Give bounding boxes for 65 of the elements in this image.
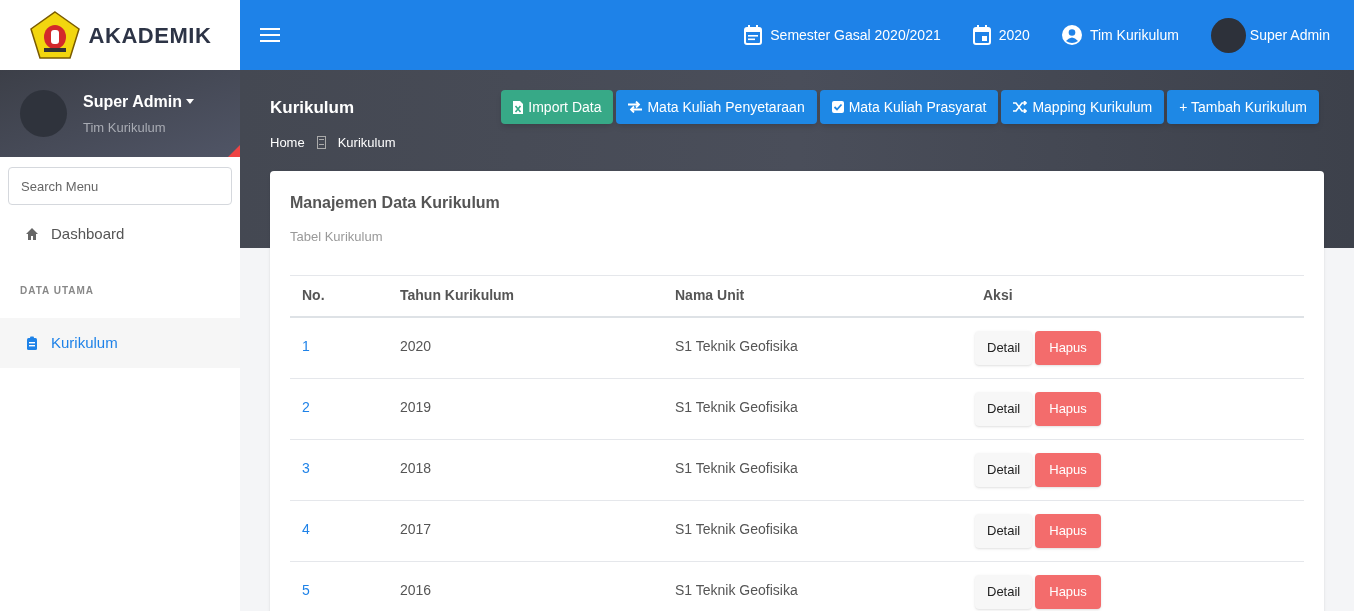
calendar-icon bbox=[744, 25, 763, 45]
detail-button[interactable]: Detail bbox=[975, 574, 1033, 609]
card-subtitle: Tabel Kurikulum bbox=[290, 228, 384, 246]
column-header: Aksi bbox=[971, 275, 1304, 317]
card-title: Manajemen Data Kurikulum bbox=[290, 193, 501, 213]
table-cell: 2 bbox=[290, 378, 388, 439]
table-cell: S1 Teknik Geofisika bbox=[663, 317, 971, 378]
home-icon bbox=[25, 227, 39, 241]
shuffle-icon bbox=[1013, 101, 1028, 113]
action-button[interactable]: Import Data bbox=[501, 90, 614, 124]
swap-arrows-icon bbox=[628, 101, 643, 113]
breadcrumb-current: Kurikulum bbox=[337, 133, 396, 152]
column-header: No. bbox=[290, 275, 388, 317]
user-icon bbox=[1061, 25, 1082, 45]
table-cell: 5 bbox=[290, 561, 388, 611]
action-button[interactable]: Mata Kuliah Prasyarat bbox=[819, 90, 999, 124]
avatar-placeholder bbox=[20, 90, 67, 137]
calendar-icon bbox=[972, 25, 991, 45]
column-header: Nama Unit bbox=[663, 275, 971, 317]
table-cell: 3 bbox=[290, 439, 388, 500]
detail-button[interactable]: Detail bbox=[975, 331, 1033, 365]
table-cell: 4 bbox=[290, 500, 388, 561]
topbar-label[interactable]: 2020 bbox=[998, 24, 1030, 46]
delete-button[interactable]: Hapus bbox=[1035, 513, 1101, 548]
excel-file-icon bbox=[513, 100, 524, 114]
breadcrumb-link[interactable]: Home bbox=[270, 132, 305, 152]
topbar-label[interactable]: Super Admin bbox=[1249, 24, 1330, 46]
table-cell: 2019 bbox=[388, 378, 663, 439]
delete-button[interactable]: Hapus bbox=[1035, 452, 1101, 487]
table-cell: 2018 bbox=[388, 439, 663, 500]
table-cell: S1 Teknik Geofisika bbox=[663, 500, 971, 561]
action-button[interactable]: Mapping Kurikulum bbox=[1001, 90, 1165, 124]
sidebar-item[interactable]: Kurikulum bbox=[0, 318, 240, 368]
topbar-label[interactable]: Semester Gasal 2020/2021 bbox=[770, 24, 941, 46]
table-cell: S1 Teknik Geofisika bbox=[663, 378, 971, 439]
table-cell: S1 Teknik Geofisika bbox=[663, 439, 971, 500]
column-header: Tahun Kurikulum bbox=[388, 275, 663, 317]
menu-icon[interactable] bbox=[260, 28, 280, 42]
avatar-placeholder bbox=[1210, 17, 1246, 53]
table-cell: 2020 bbox=[388, 317, 663, 378]
delete-button[interactable]: Hapus bbox=[1035, 331, 1101, 365]
table-cell: 2017 bbox=[388, 500, 663, 561]
action-button[interactable]: Mata Kuliah Penyetaraan bbox=[616, 90, 817, 124]
brand-name: AKADEMIK bbox=[88, 21, 212, 50]
sidebar-item[interactable]: Dashboard bbox=[0, 209, 240, 259]
table-cell: 2016 bbox=[388, 561, 663, 611]
action-button[interactable]: + Tambah Kurikulum bbox=[1167, 90, 1319, 124]
page-title: Kurikulum bbox=[270, 97, 356, 119]
university-logo-icon bbox=[28, 10, 81, 60]
table-cell: S1 Teknik Geofisika bbox=[663, 561, 971, 611]
separator-glyph-icon bbox=[316, 135, 326, 149]
detail-button[interactable]: Detail bbox=[975, 513, 1033, 548]
caret-icon[interactable] bbox=[185, 99, 194, 105]
profile-role: Tim Kurikulum bbox=[83, 118, 167, 137]
clipboard-icon bbox=[25, 336, 39, 350]
delete-button[interactable]: Hapus bbox=[1035, 391, 1101, 426]
profile-name[interactable]: Super Admin bbox=[83, 89, 182, 114]
section-heading: DATA UTAMA bbox=[19, 284, 96, 298]
checkbox-icon bbox=[831, 101, 844, 113]
topbar-label[interactable]: Tim Kurikulum bbox=[1089, 24, 1179, 46]
delete-button[interactable]: Hapus bbox=[1035, 574, 1101, 609]
detail-button[interactable]: Detail bbox=[975, 391, 1033, 426]
table-cell: 1 bbox=[290, 317, 388, 378]
detail-button[interactable]: Detail bbox=[975, 452, 1033, 487]
search-field[interactable]: Search Menu bbox=[8, 167, 232, 205]
